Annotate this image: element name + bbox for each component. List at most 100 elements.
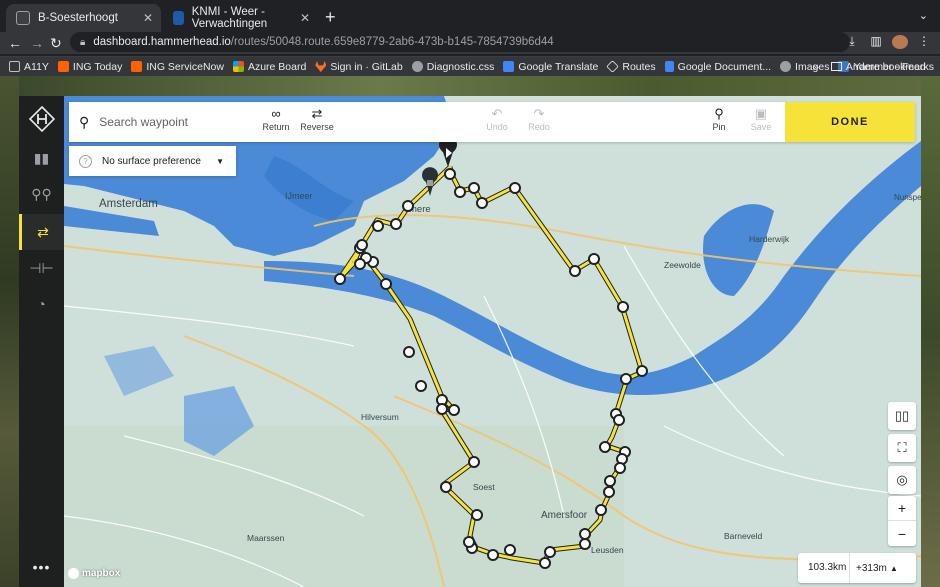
map-style-button[interactable]: ▯▯ xyxy=(888,402,916,430)
waypoint[interactable] xyxy=(579,538,591,550)
bookmark-ing-today[interactable]: ING Today xyxy=(57,60,123,73)
close-tab-icon[interactable]: ✕ xyxy=(143,11,153,25)
pin-button[interactable]: ⚲ Pin xyxy=(697,106,741,132)
waypoint[interactable] xyxy=(487,549,499,561)
map-label-amersfoort: Amersfoor xyxy=(541,510,588,521)
waypoint[interactable] xyxy=(617,301,629,313)
waypoint[interactable] xyxy=(471,509,483,521)
waypoint[interactable] xyxy=(476,197,488,209)
bookmark-azure-board[interactable]: Azure Board xyxy=(232,61,306,73)
waypoint[interactable] xyxy=(468,456,480,468)
bookmark-ing-servicenow[interactable]: ING ServiceNow xyxy=(131,61,224,73)
waypoint[interactable] xyxy=(604,475,616,487)
waypoint[interactable] xyxy=(614,462,626,474)
return-button[interactable]: ∞ Return xyxy=(254,106,298,132)
reverse-button[interactable]: ⇄ Reverse xyxy=(295,106,339,132)
waypoint[interactable] xyxy=(569,265,581,277)
bookmark-gitlab[interactable]: Sign in · GitLab xyxy=(315,61,403,73)
sidebar-item-stats[interactable]: ▮▮ xyxy=(19,140,64,176)
waypoint[interactable] xyxy=(613,414,625,426)
waypoint[interactable] xyxy=(444,168,456,180)
sidebar-item-integrations[interactable]: ◔ xyxy=(19,286,64,322)
tab-knmi[interactable]: KNMI - Weer - Verwachtingen ✕ xyxy=(163,4,318,32)
browser-menu-icon[interactable]: ⋮ xyxy=(916,34,932,49)
waypoint[interactable] xyxy=(354,258,366,270)
redo-button[interactable]: ↷ Redo xyxy=(517,106,561,132)
chevron-up-icon[interactable]: ▲ xyxy=(890,564,898,573)
infinity-icon: ∞ xyxy=(271,106,281,121)
sidebar-item-workouts[interactable]: ⊣⊢ xyxy=(19,250,64,286)
close-tab-icon[interactable]: ✕ xyxy=(300,11,310,25)
bookmark-label: ING Today xyxy=(72,60,123,73)
help-icon[interactable]: ? xyxy=(79,154,92,168)
waypoint[interactable] xyxy=(544,546,556,558)
app-sidebar: ▮▮ ⚲⚲ ⇄ ⊣⊢ ◔ ••• xyxy=(19,96,64,587)
map-label-soest: Soest xyxy=(473,482,495,492)
waypoint[interactable] xyxy=(599,441,611,453)
zoom-in-button[interactable]: + xyxy=(888,496,916,521)
sidebar-item-routes[interactable]: ⇄ xyxy=(19,214,64,250)
waypoint[interactable] xyxy=(436,403,448,415)
waypoint[interactable] xyxy=(402,200,414,212)
surface-preference-dropdown[interactable]: ? No surface preference ▼ xyxy=(69,146,236,176)
translate-icon xyxy=(503,61,515,72)
more-menu-icon[interactable]: ••• xyxy=(19,559,64,575)
fit-route-button[interactable]: ⛶ xyxy=(888,434,916,462)
gitlab-icon xyxy=(315,61,327,72)
waypoint[interactable] xyxy=(595,504,607,516)
reverse-arrows-icon: ⇄ xyxy=(311,106,323,121)
waypoint[interactable] xyxy=(468,182,480,194)
hammerhead-logo-icon[interactable] xyxy=(29,106,55,132)
bookmark-a11y[interactable]: A11Y xyxy=(9,61,49,73)
address-bar[interactable]: 🔒︎ dashboard.hammerhead.io/routes/50048.… xyxy=(70,32,850,52)
waypoint[interactable] xyxy=(620,373,632,385)
bookmark-google-documents[interactable]: Google Document... xyxy=(664,61,771,73)
zoom-out-button[interactable]: − xyxy=(888,521,916,546)
other-bookmarks[interactable]: Andere bookmarks xyxy=(846,61,934,73)
done-button[interactable]: DONE xyxy=(785,102,915,142)
map-label-amsterdam: Amsterdam xyxy=(99,198,158,210)
tab-b-soesterhoogt[interactable]: B-Soesterhoogt ✕ xyxy=(6,4,161,32)
waypoint[interactable] xyxy=(415,380,427,392)
search-input[interactable]: Search waypoint xyxy=(99,115,188,129)
sidepanel-icon[interactable]: ▥ xyxy=(868,34,884,49)
waypoint[interactable] xyxy=(504,544,516,556)
avatar[interactable] xyxy=(892,35,908,49)
toolbar-icons: ⤓ ▥ ⋮ xyxy=(844,34,940,49)
save-button[interactable]: ▣ Save xyxy=(739,106,783,132)
wallpaper-right xyxy=(921,76,940,587)
search-waypoint[interactable]: ⚲ Search waypoint xyxy=(79,102,188,142)
undo-button[interactable]: ↶ Undo xyxy=(475,106,519,132)
waypoint[interactable] xyxy=(380,278,392,290)
route-summary[interactable]: 103.3km +313m ▲ xyxy=(798,553,916,583)
waypoint[interactable] xyxy=(356,239,368,251)
waypoint[interactable] xyxy=(334,273,346,285)
waypoint[interactable] xyxy=(539,557,551,569)
bike-icon: ⚲⚲ xyxy=(31,185,52,202)
bookmark-routes[interactable]: Routes xyxy=(606,60,656,73)
download-icon[interactable]: ⤓ xyxy=(844,34,860,49)
waypoint[interactable] xyxy=(636,365,648,377)
bookmarks-overflow-button[interactable]: » xyxy=(813,61,819,73)
waypoint[interactable] xyxy=(448,404,460,416)
bookmark-google-translate[interactable]: Google Translate xyxy=(503,61,598,73)
sidebar-item-rides[interactable]: ⚲⚲ xyxy=(19,176,64,212)
waypoint[interactable] xyxy=(603,486,615,498)
waypoint[interactable] xyxy=(372,220,384,232)
tab-search-chevron-icon[interactable]: ⌄ xyxy=(919,9,928,22)
waypoint[interactable] xyxy=(440,481,452,493)
back-icon[interactable]: ← xyxy=(8,34,22,52)
forward-icon[interactable]: → xyxy=(30,34,44,52)
waypoint[interactable] xyxy=(454,186,466,198)
new-tab-icon[interactable]: + xyxy=(325,8,336,26)
waypoint[interactable] xyxy=(588,253,600,265)
waypoint[interactable] xyxy=(390,218,402,230)
waypoint[interactable] xyxy=(509,182,521,194)
bookmark-diagnostic-css[interactable]: Diagnostic.css xyxy=(411,61,494,73)
locate-me-button[interactable]: ◎ xyxy=(888,466,916,494)
reload-icon[interactable]: ↻ xyxy=(50,34,62,52)
waypoint[interactable] xyxy=(463,536,475,548)
waypoint[interactable] xyxy=(403,346,415,358)
waypoint[interactable] xyxy=(579,528,591,540)
mapbox-attribution[interactable]: mapbox xyxy=(68,568,120,579)
